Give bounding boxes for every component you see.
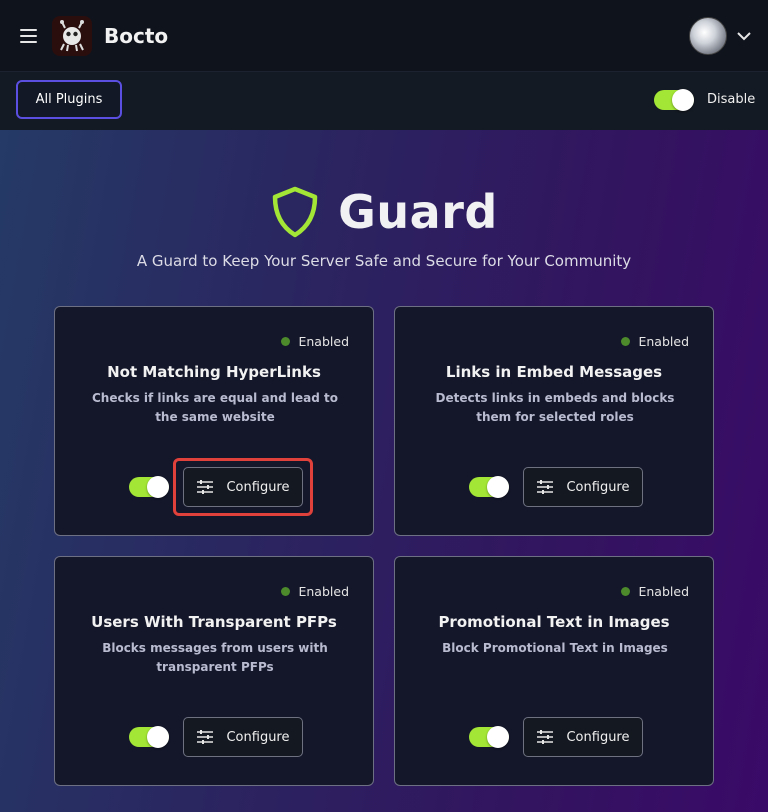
plugin-enable-toggle[interactable] [129, 726, 169, 748]
disable-label: Disable [707, 92, 756, 107]
configure-button[interactable]: Configure [183, 467, 303, 507]
card-description: Block Promotional Text in Images [442, 641, 668, 655]
top-navbar: Bocto [0, 0, 768, 72]
user-avatar[interactable] [689, 17, 727, 55]
shield-icon [272, 186, 318, 238]
page-subtitle: A Guard to Keep Your Server Safe and Sec… [136, 252, 632, 270]
card-description: Blocks messages from users with transpar… [102, 641, 328, 674]
sliders-icon [197, 730, 214, 744]
sliders-icon [537, 730, 554, 744]
page-hero: Guard [0, 182, 768, 242]
status-badge: Enabled [281, 584, 349, 599]
status-dot [621, 337, 631, 346]
plugin-enable-toggle[interactable] [469, 476, 509, 498]
status-dot [621, 587, 631, 596]
status-badge: Enabled [621, 584, 689, 599]
plugin-card-links-in-embed-messages: Enabled Links in Embed Messages Detects … [394, 306, 714, 536]
card-description: Detects links in embeds and blocks them … [435, 391, 675, 424]
plugin-toolbar: All Plugins Disable [0, 72, 768, 130]
sliders-icon [537, 480, 554, 494]
plugin-card-not-matching-hyperlinks: Enabled Not Matching HyperLinks Checks i… [54, 306, 374, 536]
hamburger-menu-icon[interactable] [20, 29, 37, 43]
sliders-icon [197, 480, 214, 494]
plugin-card-transparent-pfps: Enabled Users With Transparent PFPs Bloc… [54, 556, 374, 786]
all-plugins-button[interactable]: All Plugins [16, 80, 122, 119]
plugin-disable-toggle[interactable] [654, 89, 694, 111]
configure-button[interactable]: Configure [183, 717, 303, 757]
card-title: Links in Embed Messages [445, 363, 663, 381]
status-dot [281, 587, 291, 596]
card-title: Promotional Text in Images [438, 613, 670, 631]
main-content: Guard A Guard to Keep Your Server Safe a… [0, 130, 768, 812]
configure-button[interactable]: Configure [523, 467, 643, 507]
plugin-enable-toggle[interactable] [469, 726, 509, 748]
status-badge: Enabled [281, 334, 349, 349]
status-dot [281, 337, 291, 346]
card-title: Not Matching HyperLinks [107, 363, 321, 381]
card-description: Checks if links are equal and lead to th… [92, 391, 338, 424]
card-title: Users With Transparent PFPs [91, 613, 337, 631]
bocto-logo[interactable] [52, 16, 92, 56]
app-name: Bocto [104, 24, 169, 48]
plugin-card-promotional-text: Enabled Promotional Text in Images Block… [394, 556, 714, 786]
page-title: Guard [338, 185, 498, 239]
status-badge: Enabled [621, 334, 689, 349]
chevron-down-icon[interactable] [736, 28, 752, 44]
plugin-enable-toggle[interactable] [129, 476, 169, 498]
configure-button[interactable]: Configure [523, 717, 643, 757]
